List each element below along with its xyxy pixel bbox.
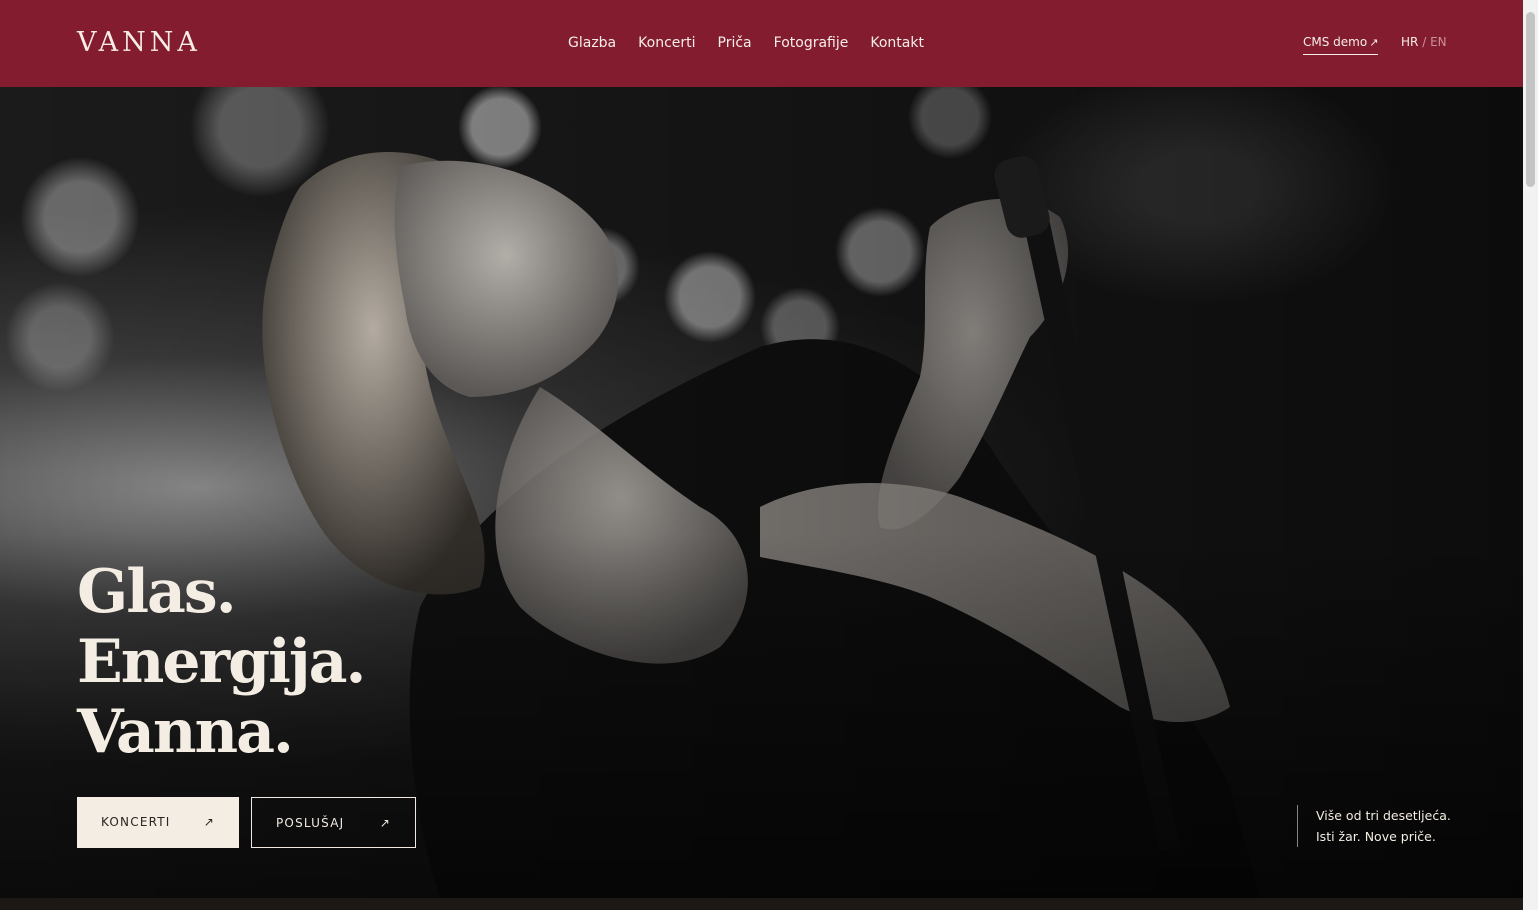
tagline-line-1: Više od tri desetljeća. (1316, 808, 1451, 823)
koncerti-button[interactable]: KONCERTI ↗ (77, 797, 239, 848)
main-nav: Glazba Koncerti Priča Fotografije Kontak… (568, 33, 924, 53)
lang-hr[interactable]: HR (1401, 35, 1418, 49)
poslusaj-button-label: POSLUŠAJ (276, 816, 345, 830)
lang-en[interactable]: EN (1430, 35, 1447, 49)
nav-item-fotografije[interactable]: Fotografije (774, 33, 849, 53)
hero-section: Glas. Energija. Vanna. KONCERTI ↗ POSLUŠ… (0, 87, 1523, 898)
page-scrollbar[interactable] (1523, 0, 1538, 910)
koncerti-button-label: KONCERTI (101, 815, 171, 829)
nav-item-kontakt[interactable]: Kontakt (870, 33, 924, 53)
headline-line-2: Energija. (77, 627, 366, 697)
site-header: VANNA Glazba Koncerti Priča Fotografije … (0, 0, 1523, 87)
arrow-up-right-icon: ↗ (379, 816, 391, 830)
cms-demo-label: CMS demo (1303, 35, 1368, 49)
language-switcher: HR / EN (1401, 33, 1447, 51)
hero-photo (0, 87, 1523, 898)
tagline-line-2: Isti žar. Nove priče. (1316, 829, 1436, 844)
nav-item-glazba[interactable]: Glazba (568, 33, 616, 53)
lang-separator: / (1422, 35, 1427, 49)
next-section-edge (0, 898, 1523, 910)
scrollbar-thumb[interactable] (1526, 12, 1535, 187)
headline-line-3: Vanna. (77, 697, 294, 767)
arrow-up-right-icon: ↗ (203, 815, 215, 829)
hero-headline: Glas. Energija. Vanna. (77, 557, 366, 767)
poslusaj-button[interactable]: POSLUŠAJ ↗ (251, 797, 416, 848)
cms-demo-link[interactable]: CMS demo ↗ (1303, 33, 1379, 55)
nav-item-prica[interactable]: Priča (718, 33, 752, 53)
nav-item-koncerti[interactable]: Koncerti (638, 33, 695, 53)
external-link-icon: ↗ (1369, 36, 1379, 49)
headline-line-1: Glas. (77, 557, 237, 627)
hero-tagline: Više od tri desetljeća. Isti žar. Nove p… (1297, 805, 1451, 847)
site-logo[interactable]: VANNA (77, 27, 201, 59)
